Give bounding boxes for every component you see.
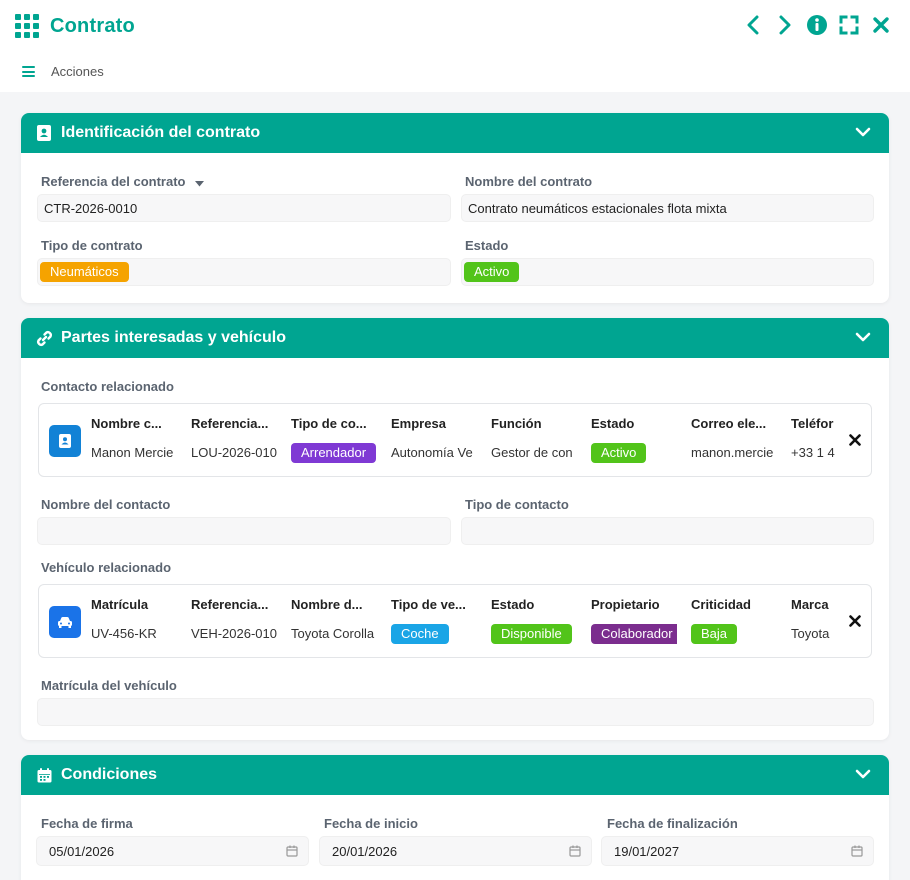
status-label: Estado xyxy=(465,238,509,253)
top-bar: Contrato Acciones xyxy=(0,0,910,92)
calendar-icon xyxy=(35,766,53,784)
contact-card-icon xyxy=(49,425,81,457)
vehicle-col-brand: Marca Toyota xyxy=(791,597,830,641)
vehicle-plate-label: Matrícula del vehículo xyxy=(41,678,177,693)
contact-col-status: Estado Activo xyxy=(591,416,677,463)
remove-contact-close-icon[interactable] xyxy=(847,432,863,448)
close-icon[interactable] xyxy=(870,13,892,37)
vehicle-plate-field[interactable] xyxy=(37,698,874,726)
end-date-field[interactable]: 19/01/2027 xyxy=(601,836,874,866)
vehicle-col-plate: Matrícula UV-456-KR xyxy=(91,597,157,641)
vehicle-col-name: Nombre d... Toyota Corolla xyxy=(291,597,375,641)
start-date-label: Fecha de inicio xyxy=(324,816,418,831)
contact-col-phone: Teléfor +33 1 4 xyxy=(791,416,835,460)
parties-section: Partes interesadas y vehículo Contacto r… xyxy=(21,318,889,740)
remove-vehicle-close-icon[interactable] xyxy=(847,613,863,629)
parties-header[interactable]: Partes interesadas y vehículo xyxy=(21,318,889,358)
start-date-field[interactable]: 20/01/2026 xyxy=(319,836,592,866)
sign-date-label: Fecha de firma xyxy=(41,816,133,831)
chevron-left-icon[interactable] xyxy=(742,13,764,37)
calendar-icon[interactable] xyxy=(851,845,863,860)
related-vehicle-label: Vehículo relacionado xyxy=(41,560,172,575)
contract-type-label: Tipo de contrato xyxy=(41,238,143,253)
end-date-label: Fecha de finalización xyxy=(607,816,738,831)
status-badge: Activo xyxy=(464,262,520,282)
chevron-right-icon[interactable] xyxy=(774,13,796,37)
info-icon[interactable] xyxy=(806,13,828,37)
contact-card-icon xyxy=(35,124,53,142)
section-title: Partes interesadas y vehículo xyxy=(61,329,286,346)
actions-menu[interactable]: Acciones xyxy=(22,64,104,79)
window-controls xyxy=(742,13,892,37)
contact-type-badge: Arrendador xyxy=(291,443,377,463)
status-field[interactable]: Activo xyxy=(461,258,874,286)
contract-name-field[interactable]: Contrato neumáticos estacionales flota m… xyxy=(461,194,874,222)
end-date-value: 19/01/2027 xyxy=(614,843,680,859)
fullscreen-icon[interactable] xyxy=(838,13,860,37)
vehicle-owner-badge: Colaborador xyxy=(591,624,677,644)
sign-date-field[interactable]: 05/01/2026 xyxy=(36,836,309,866)
reference-label: Referencia del contrato xyxy=(41,174,205,190)
identification-section: Identificación del contrato Referencia d… xyxy=(21,113,889,303)
conditions-section: Condiciones Fecha de firma 05/01/2026 Fe… xyxy=(21,755,889,880)
related-vehicle-card[interactable]: Matrícula UV-456-KR Referencia... VEH-20… xyxy=(38,584,872,658)
related-contact-card[interactable]: Nombre c... Manon Mercie Referencia... L… xyxy=(38,403,872,477)
contact-col-function: Función Gestor de con xyxy=(491,416,573,460)
contract-type-badge: Neumáticos xyxy=(40,262,129,282)
contact-name-field[interactable] xyxy=(37,517,451,545)
chevron-down-icon[interactable] xyxy=(855,767,871,785)
contact-col-name: Nombre c... Manon Mercie xyxy=(91,416,174,460)
start-date-value: 20/01/2026 xyxy=(332,843,398,859)
caret-down-icon[interactable] xyxy=(195,175,205,190)
menu-icon[interactable] xyxy=(22,66,35,77)
contact-name-label: Nombre del contacto xyxy=(41,497,171,512)
vehicle-type-badge: Coche xyxy=(391,624,449,644)
contract-type-field[interactable]: Neumáticos xyxy=(37,258,451,286)
vehicle-col-reference: Referencia... VEH-2026-010 xyxy=(191,597,277,641)
reference-field[interactable]: CTR-2026-0010 xyxy=(37,194,451,222)
contact-type-field[interactable] xyxy=(461,517,874,545)
contact-col-email: Correo ele... manon.mercie xyxy=(691,416,774,460)
sign-date-value: 05/01/2026 xyxy=(49,843,115,859)
vehicle-col-type: Tipo de ve... Coche xyxy=(391,597,477,644)
apps-grid-icon[interactable] xyxy=(15,14,39,38)
link-icon xyxy=(35,329,53,347)
vehicle-status-badge: Disponible xyxy=(491,624,572,644)
chevron-down-icon[interactable] xyxy=(855,330,871,348)
contact-type-label: Tipo de contacto xyxy=(465,497,569,512)
identification-header[interactable]: Identificación del contrato xyxy=(21,113,889,153)
car-icon xyxy=(49,606,81,638)
calendar-icon[interactable] xyxy=(569,845,581,860)
contact-col-reference: Referencia... LOU-2026-010 xyxy=(191,416,277,460)
app-title-row: Contrato xyxy=(15,12,135,40)
vehicle-col-status: Estado Disponible xyxy=(491,597,577,644)
actions-label[interactable]: Acciones xyxy=(51,64,104,79)
vehicle-criticality-badge: Baja xyxy=(691,624,738,644)
contact-status-badge: Activo xyxy=(591,443,647,463)
vehicle-col-criticality: Criticidad Baja xyxy=(691,597,777,644)
conditions-header[interactable]: Condiciones xyxy=(21,755,889,795)
section-title: Identificación del contrato xyxy=(61,124,261,141)
vehicle-col-owner: Propietario Colaborador xyxy=(591,597,677,644)
chevron-down-icon[interactable] xyxy=(855,125,871,143)
page-title: Contrato xyxy=(50,14,135,37)
section-title: Condiciones xyxy=(61,766,158,783)
contact-col-company: Empresa Autonomía Ve xyxy=(391,416,473,460)
contact-col-type: Tipo de co... Arrendador xyxy=(291,416,377,463)
calendar-icon[interactable] xyxy=(286,845,298,860)
related-contact-label: Contacto relacionado xyxy=(41,379,174,394)
contract-name-label: Nombre del contrato xyxy=(465,174,593,189)
